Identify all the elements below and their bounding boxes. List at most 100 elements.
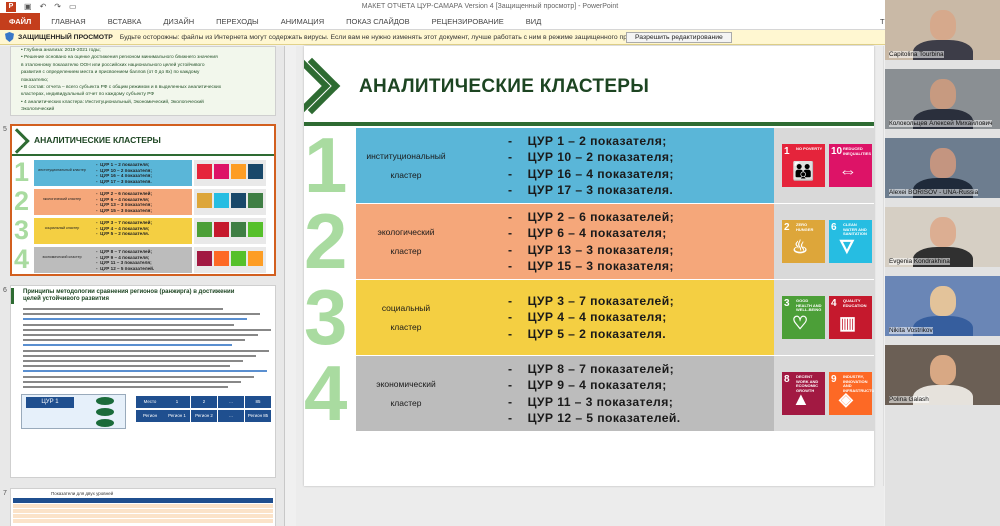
cluster-item: - ЦУР 11 – 3 показателя;	[508, 394, 674, 409]
thumb-sdg-icon	[231, 222, 246, 237]
sdg-9-icon: 9INDUSTRY, INNOVATION AND INFRASTRUCTURE…	[829, 372, 874, 415]
thumb-sdg-icon	[214, 222, 229, 237]
thumb-cluster-number: 1	[14, 157, 30, 187]
participant-face	[930, 217, 956, 247]
thumb-cluster-number: 3	[14, 215, 30, 245]
thumb-sdg-icon	[248, 222, 263, 237]
sdg-4-icon: 4 QUALITY EDUCATION ▥	[829, 296, 872, 339]
cluster-band: экономический кластер - ЦУР 8 – 7 показате…	[356, 356, 774, 431]
sdg-2-icon: 2 ZERO HUNGER ♨	[782, 220, 825, 263]
sdg-label: CLEAN WATER AND SANITATION	[843, 222, 867, 236]
sdg-3-icon: 3 GOOD HEALTH AND WELL-BEING ♡	[782, 296, 825, 339]
protected-view-title: ЗАЩИЩЕННЫЙ ПРОСМОТР	[18, 33, 113, 41]
sdg-glyph: 🜄	[839, 237, 855, 257]
cluster-number: 4	[304, 349, 348, 437]
participant-tile[interactable]: Capitolina Tourbina	[885, 0, 1000, 60]
thumb-sdg-icon	[197, 164, 212, 179]
thumb-cluster-label: экологический кластер	[42, 197, 82, 201]
slide-thumbnail-6[interactable]: Принципы методологии сравнения регионов …	[10, 285, 276, 478]
participant-name: Evgenia Kondrakhina	[889, 258, 950, 265]
cluster-band: социальный кластер - ЦУР 3 – 7 показателей…	[356, 280, 774, 355]
sdg-1-icon: 1 NO POVERTY 👪	[782, 144, 825, 187]
thumb-icon-strip	[194, 160, 266, 186]
video-participants-panel: Capitolina Tourbina Колокольцев Алексей М…	[885, 0, 1000, 526]
tab-animations[interactable]: АНИМАЦИЯ	[270, 13, 335, 30]
thumb-sdg-icon	[248, 164, 263, 179]
rank-cell: Место	[136, 396, 164, 408]
tab-review[interactable]: РЕЦЕНЗИРОВАНИЕ	[421, 13, 515, 30]
slide-number-6: 6	[3, 287, 7, 294]
slide6-accent	[11, 288, 14, 304]
slide-thumbnail-4[interactable]: • Глубина анализа: 2019-2021 годы; • Реше…	[10, 46, 276, 116]
sdg-glyph: ♨	[792, 237, 809, 257]
sdg-icons: 1 NO POVERTY 👪 10 REDUCED INEQUALITIES ⇔	[782, 144, 872, 187]
enable-editing-button[interactable]: Разрешить редактирование	[626, 32, 732, 43]
slide-thumbnail-pane[interactable]: • Глубина анализа: 2019-2021 годы; • Реше…	[0, 46, 285, 526]
tab-design[interactable]: ДИЗАЙН	[152, 13, 205, 30]
participant-tile[interactable]: Nikita Vostrikov	[885, 276, 1000, 336]
chevron-icon	[12, 128, 30, 154]
cluster-item: - ЦУР 17 – 3 показателя.	[508, 183, 674, 197]
participant-tile[interactable]: Колокольцев Алексей Михайлович	[885, 69, 1000, 129]
cluster-band: институциональный кластер - ЦУР 1 – 2 пока…	[356, 128, 774, 203]
participant-tile[interactable]: Evgenia Kondrakhina	[885, 207, 1000, 267]
slide-title: АНАЛИТИЧЕСКИЕ КЛАСТЕРЫ	[359, 76, 650, 97]
tab-transitions[interactable]: ПЕРЕХОДЫ	[205, 13, 270, 30]
cluster-item: - ЦУР 13 – 3 показателя;	[508, 242, 674, 257]
slide7-header-row	[13, 498, 273, 503]
sdg-glyph: ▲	[792, 389, 810, 409]
cluster-items: - ЦУР 2 – 6 показателей; - ЦУР 6 – 4 пока…	[456, 204, 674, 279]
sdg-glyph: ◈	[839, 389, 853, 409]
cluster-item: - ЦУР 1 – 2 показателя;	[508, 133, 667, 148]
sdg-glyph: ▥	[839, 313, 857, 333]
cluster-label: социальный кластер	[356, 280, 456, 355]
tab-file[interactable]: ФАЙЛ	[0, 12, 41, 30]
cluster-label-line: кластер	[390, 398, 422, 408]
slide6-text-row	[23, 313, 260, 316]
sdg-6-icon: 6 CLEAN WATER AND SANITATION 🜄	[829, 220, 872, 263]
slide4-line: кластерах, индивидуальный отчет по каждо…	[21, 92, 155, 98]
slide6-text-row	[23, 375, 254, 378]
diagram-node	[96, 397, 114, 405]
thumb-cluster-band: социальный кластер - ЦУР 3 – 7 показателе…	[34, 218, 192, 244]
vertical-scrollbar[interactable]	[883, 46, 884, 486]
slide7-table-rows	[13, 504, 273, 524]
cluster-number: 3	[304, 273, 348, 361]
slide6-diagram: ЦУР 1	[21, 394, 126, 429]
slide6-text-row	[23, 334, 258, 336]
thumb-sdg-icon	[214, 164, 229, 179]
sdg-icons: 3 GOOD HEALTH AND WELL-BEING ♡ 4 QUALITY EDU…	[782, 296, 872, 339]
tab-insert[interactable]: ВСТАВКА	[97, 13, 153, 30]
rank-cell: Регион 2	[191, 410, 217, 422]
cluster-label-line: институциональный	[366, 151, 446, 161]
tab-view[interactable]: ВИД	[515, 13, 552, 30]
cluster-item: - ЦУР 3 – 7 показателей;	[508, 293, 675, 308]
sdg-glyph: 👪	[792, 161, 815, 181]
sdg-glyph: ♡	[792, 313, 809, 333]
current-slide[interactable]: АНАЛИТИЧЕСКИЕ КЛАСТЕРЫ 1 институциональны…	[304, 46, 874, 486]
rank-cell: ...	[218, 396, 244, 408]
thumb-sdg-icon	[214, 193, 229, 208]
tab-slideshow[interactable]: ПОКАЗ СЛАЙДОВ	[335, 13, 421, 30]
sdg-8-icon: 8 DECENT WORK AND ECONOMIC GROWTH ▲	[782, 372, 825, 415]
tab-home[interactable]: ГЛАВНАЯ	[40, 13, 96, 30]
sdg-icons: 8 DECENT WORK AND ECONOMIC GROWTH ▲ 9 INDUST…	[782, 372, 874, 415]
thumb-cluster-label: социальный кластер	[44, 226, 80, 230]
slide4-line: показателю;	[21, 77, 49, 83]
slide7-header: Показатели для двух уровней	[51, 491, 114, 496]
slide5-title: АНАЛИТИЧЕСКИЕ КЛАСТЕРЫ	[34, 135, 161, 145]
participant-name: Capitolina Tourbina	[889, 51, 944, 58]
slide-thumbnail-5-selected[interactable]: АНАЛИТИЧЕСКИЕ КЛАСТЕРЫ 1 институциональны…	[10, 124, 276, 276]
slide6-text-row	[23, 339, 245, 342]
participant-tile[interactable]: Alexei BORISOV - UNA-Russia	[885, 138, 1000, 198]
slide6-text-row	[23, 344, 232, 347]
participant-tile[interactable]: Polina Galash	[885, 345, 1000, 405]
diagram-label: ЦУР 1	[26, 397, 74, 408]
chevron-icon	[304, 57, 341, 115]
slide-editor[interactable]: АНАЛИТИЧЕСКИЕ КЛАСТЕРЫ 1 институциональны…	[296, 46, 884, 526]
slide-number-5: 5	[3, 126, 7, 133]
slide-thumbnail-7[interactable]: Показатели для двух уровней	[10, 488, 276, 526]
slide6-text-row	[23, 380, 241, 383]
diagram-node	[96, 408, 114, 416]
participant-face	[930, 148, 956, 178]
